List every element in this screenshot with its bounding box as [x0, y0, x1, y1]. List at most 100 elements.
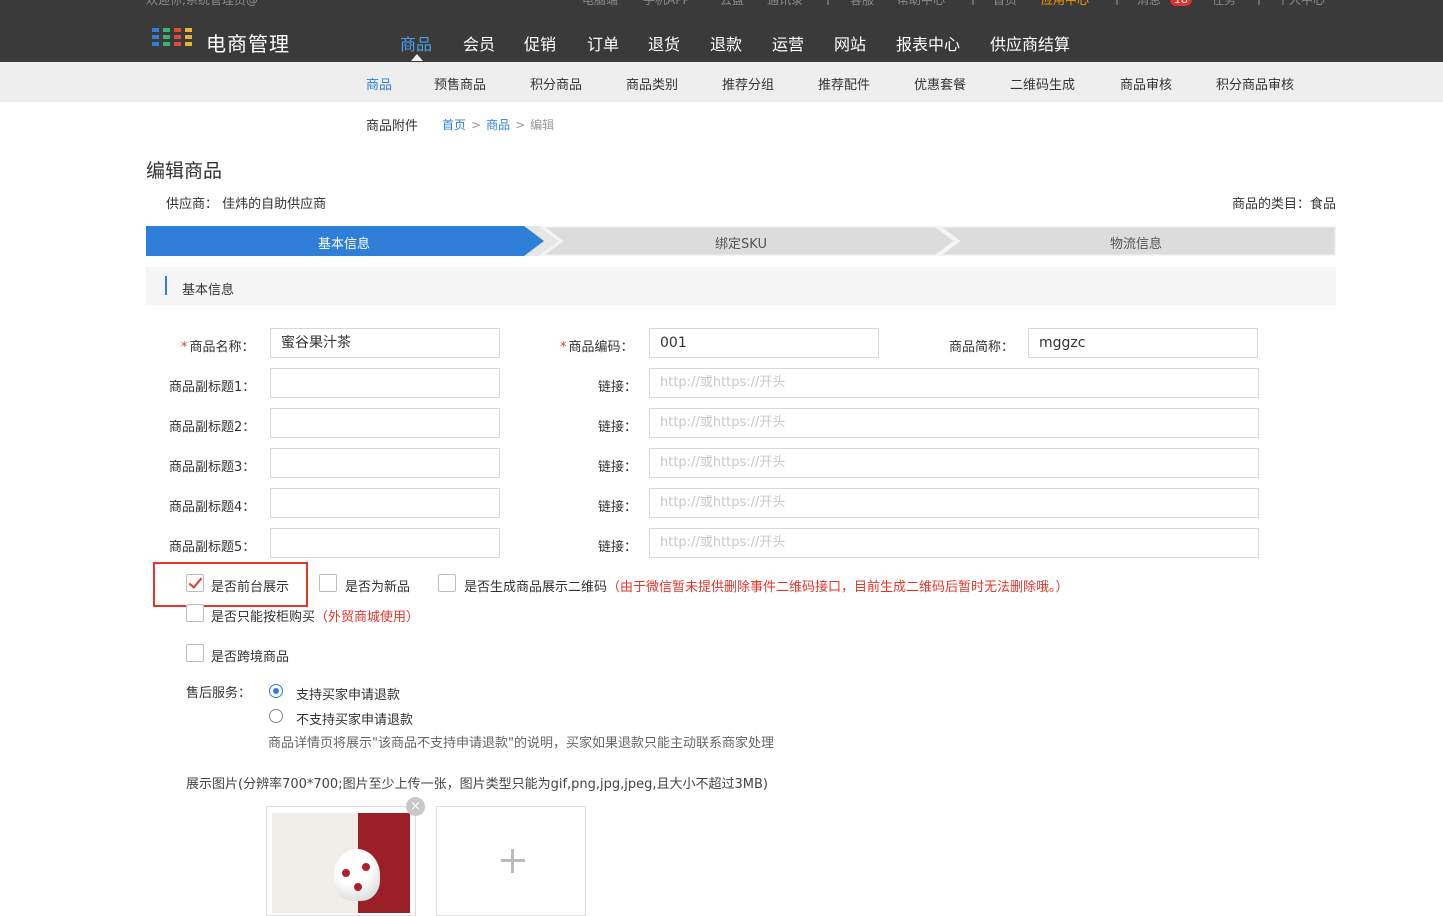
refund-supported-radio[interactable]	[269, 684, 283, 698]
subtitle-4-label: 商品副标题4：	[169, 500, 256, 515]
product-image-thumbnail	[272, 813, 410, 913]
step-bind-sku[interactable]: 绑定SKU	[686, 233, 796, 252]
breadcrumb-sep: >	[515, 118, 526, 132]
step-progress: 基本信息 绑定SKU 物流信息	[146, 226, 1336, 256]
subnav-qrcode[interactable]: 二维码生成	[1010, 74, 1075, 93]
refund-supported-label: 支持买家申请退款	[296, 688, 401, 703]
goods-name-label: * 商品名称：	[181, 340, 255, 355]
app-center-link[interactable]: 应用中心	[1041, 0, 1089, 8]
crossborder-label: 是否跨境商品	[211, 650, 290, 665]
cabinet-only-label: 是否只能按柜购买（外贸商城使用）	[211, 610, 420, 625]
welcome-text: 欢迎你,系统管理员@	[146, 0, 258, 7]
nav-orders[interactable]: 订单	[587, 31, 619, 55]
link-2-input[interactable]: http://或https://开头	[649, 408, 1259, 438]
subtitle-1-label: 商品副标题1：	[169, 380, 256, 395]
brand-title: 电商管理	[206, 32, 290, 56]
subtitle-3-label: 商品副标题3：	[169, 460, 256, 475]
refund-unsupported-radio[interactable]	[269, 709, 283, 723]
home-link[interactable]: 首页	[993, 0, 1017, 8]
subtitle-2-input[interactable]	[270, 408, 500, 438]
cabinet-only-checkbox[interactable]	[186, 604, 204, 622]
supplier-label: 供应商：	[166, 197, 219, 212]
subnav-bundles[interactable]: 优惠套餐	[914, 74, 966, 93]
subnav-goods[interactable]: 商品	[366, 74, 392, 93]
subnav-points-review[interactable]: 积分商品审核	[1216, 74, 1294, 93]
frontend-display-checkbox[interactable]	[186, 574, 204, 592]
breadcrumb-sep: >	[471, 118, 482, 132]
nav-promotion[interactable]: 促销	[524, 31, 556, 55]
page-title: 编辑商品	[146, 160, 223, 182]
category-label: 商品的类目：	[1231, 197, 1310, 212]
breadcrumb-goods[interactable]: 商品	[486, 118, 510, 132]
link-5-input[interactable]: http://或https://开头	[649, 528, 1259, 558]
subtitle-2-label: 商品副标题2：	[169, 420, 256, 435]
messages-link[interactable]: 消息	[1137, 0, 1161, 8]
service-link[interactable]: 客服	[850, 0, 874, 8]
top-header: 欢迎你,系统管理员@ 电脑端 手机APP 云盘 通讯录 | 客服 帮助中心 | …	[0, 0, 1443, 62]
subtitle-3-input[interactable]	[270, 448, 500, 478]
utility-bar: 欢迎你,系统管理员@ 电脑端 手机APP 云盘 通讯录 | 客服 帮助中心 | …	[0, 0, 1443, 8]
link-2-label: 链接：	[598, 420, 638, 435]
qrcode-checkbox[interactable]	[438, 574, 456, 592]
category-value: 食品	[1309, 197, 1336, 212]
nav-reports[interactable]: 报表中心	[896, 31, 960, 55]
cloud-link[interactable]: 云盘	[720, 0, 744, 8]
goods-short-name-input[interactable]: mggzc	[1028, 328, 1258, 358]
nav-operations[interactable]: 运营	[772, 31, 804, 55]
help-link[interactable]: 帮助中心	[897, 0, 945, 8]
subnav-presale[interactable]: 预售商品	[434, 74, 486, 93]
subtitle-1-input[interactable]	[270, 368, 500, 398]
images-label: 展示图片(分辨率700*700;图片至少上传一张，图片类型只能为gif,png,…	[186, 777, 768, 792]
nav-supplier-settlement[interactable]: 供应商结算	[990, 31, 1070, 55]
personal-center-link[interactable]: 个人中心	[1277, 0, 1325, 8]
goods-attachments-link[interactable]: 商品附件	[366, 115, 418, 134]
crossborder-checkbox[interactable]	[186, 644, 204, 662]
category-info: 商品的类目：食品	[1232, 193, 1336, 212]
util-separator: |	[971, 0, 975, 5]
nav-refunds[interactable]: 退款	[710, 31, 742, 55]
remove-image-icon[interactable]: ×	[406, 797, 425, 816]
new-item-checkbox[interactable]	[319, 574, 337, 592]
nav-returns[interactable]: 退货	[648, 31, 680, 55]
frontend-display-label: 是否前台展示	[211, 580, 290, 595]
section-title: 基本信息	[182, 283, 235, 298]
nav-members[interactable]: 会员	[463, 31, 495, 55]
util-separator: |	[1115, 0, 1119, 5]
breadcrumb-row: 商品附件 首页 > 商品 > 编辑	[0, 113, 1443, 134]
sub-nav: 商品 预售商品 积分商品 商品类别 推荐分组 推荐配件 优惠套餐 二维码生成 商…	[0, 62, 1443, 102]
link-5-label: 链接：	[598, 540, 638, 555]
goods-code-input[interactable]: 001	[649, 328, 879, 358]
after-sales-label: 售后服务：	[186, 686, 252, 701]
link-4-input[interactable]: http://或https://开头	[649, 488, 1259, 518]
link-4-label: 链接：	[598, 500, 638, 515]
app-grid-icon[interactable]	[152, 28, 192, 48]
subnav-recommend-accessories[interactable]: 推荐配件	[818, 74, 870, 93]
step-basic-info[interactable]: 基本信息	[316, 233, 372, 252]
nav-website[interactable]: 网站	[834, 31, 866, 55]
tasks-link[interactable]: 任务	[1212, 0, 1236, 8]
nav-goods[interactable]: 商品	[400, 31, 432, 55]
subnav-points-goods[interactable]: 积分商品	[530, 74, 582, 93]
goods-short-name-label: 商品简称：	[949, 340, 1015, 355]
subtitle-5-input[interactable]	[270, 528, 500, 558]
util-separator: |	[826, 0, 830, 5]
supplier-info: 供应商： 佳炜的自助供应商	[166, 193, 326, 212]
active-nav-indicator	[411, 54, 423, 61]
subnav-categories[interactable]: 商品类别	[626, 74, 678, 93]
link-3-input[interactable]: http://或https://开头	[649, 448, 1259, 478]
contacts-link[interactable]: 通讯录	[767, 0, 803, 8]
app-link[interactable]: 手机APP	[643, 0, 690, 8]
qrcode-note: （由于微信暂未提供删除事件二维码接口，目前生成二维码后暂时无法删除哦。）	[607, 580, 1069, 595]
messages-badge: 18	[1170, 0, 1192, 6]
qrcode-label: 是否生成商品展示二维码（由于微信暂未提供删除事件二维码接口，目前生成二维码后暂时…	[464, 580, 1069, 595]
subnav-goods-review[interactable]: 商品审核	[1120, 74, 1172, 93]
step-logistics[interactable]: 物流信息	[1096, 233, 1176, 252]
pc-link[interactable]: 电脑端	[582, 0, 618, 8]
breadcrumb-home[interactable]: 首页	[442, 118, 466, 132]
link-1-input[interactable]: http://或https://开头	[649, 368, 1259, 398]
goods-code-label: * 商品编码：	[560, 340, 634, 355]
subnav-recommend-groups[interactable]: 推荐分组	[722, 74, 774, 93]
subtitle-4-input[interactable]	[270, 488, 500, 518]
goods-name-input[interactable]: 蜜谷果汁茶	[270, 328, 500, 358]
section-accent-bar	[165, 276, 167, 295]
